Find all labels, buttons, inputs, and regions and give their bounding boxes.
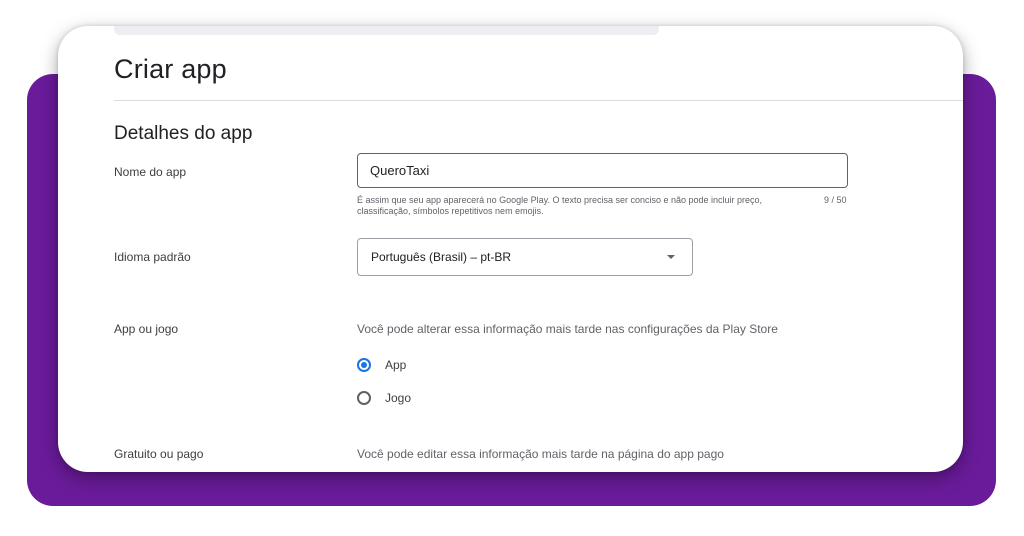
app-name-helper-text: É assim que seu app aparecerá no Google … <box>357 195 763 216</box>
section-title: Detalhes do app <box>114 123 253 144</box>
free-or-paid-description: Você pode editar essa informação mais ta… <box>357 447 724 461</box>
create-app-panel: Criar app Detalhes do app Nome do app É … <box>58 26 963 472</box>
dropdown-arrow-icon <box>667 255 675 259</box>
radio-checked-icon[interactable] <box>357 358 371 372</box>
app-or-game-description: Você pode alterar essa informação mais t… <box>357 322 778 336</box>
default-language-value: Português (Brasil) – pt-BR <box>371 250 512 264</box>
title-divider <box>114 100 963 101</box>
free-or-paid-label: Gratuito ou pago <box>114 447 204 461</box>
page-title: Criar app <box>114 54 227 84</box>
radio-label-game: Jogo <box>385 391 412 405</box>
default-language-select[interactable]: Português (Brasil) – pt-BR <box>357 238 693 276</box>
radio-option-game[interactable]: Jogo <box>357 391 411 405</box>
radio-option-app[interactable]: App <box>357 358 406 372</box>
app-name-label: Nome do app <box>114 165 187 179</box>
app-name-input[interactable] <box>357 153 848 188</box>
radio-unchecked-icon[interactable] <box>357 391 371 405</box>
default-language-label: Idioma padrão <box>114 250 191 264</box>
scrolled-content-strip <box>114 26 659 35</box>
app-name-char-counter: 9 / 50 <box>824 195 847 205</box>
app-or-game-label: App ou jogo <box>114 322 179 336</box>
radio-label-app: App <box>385 358 407 372</box>
